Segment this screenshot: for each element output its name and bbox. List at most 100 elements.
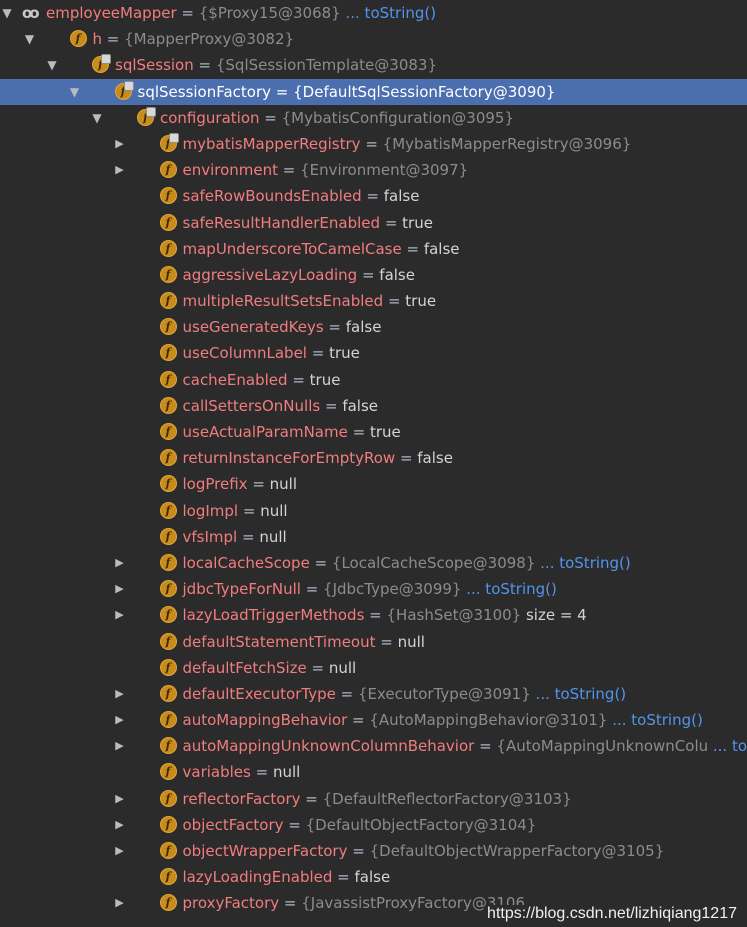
variable-name: defaultStatementTimeout — [182, 632, 376, 651]
field-icon: f — [159, 475, 177, 493]
tree-row[interactable]: ▶ f reflectorFactory = {DefaultReflectorFa… — [0, 786, 747, 812]
field-icon: f — [159, 632, 177, 650]
variable-name: mybatisMapperRegistry — [182, 134, 361, 153]
tree-row[interactable]: ▶ f localCacheScope = {LocalCacheScope@309… — [0, 550, 747, 576]
tree-row[interactable]: ▼ f sqlSession = {SqlSessionTemplate@3083} — [0, 52, 747, 78]
expand-arrow-icon[interactable]: ▶ — [113, 681, 127, 707]
lock-badge-icon — [123, 80, 134, 91]
equals-sign: = — [238, 501, 261, 520]
variable-name: lazyLoadingEnabled — [182, 868, 333, 887]
tree-row[interactable]: f returnInstanceForEmptyRow = false — [0, 445, 747, 471]
lock-badge-icon — [146, 106, 156, 117]
tostring-link[interactable]: ... toString() — [535, 554, 631, 572]
tree-row[interactable]: ▼ f sqlSessionFactory = {DefaultSqlSession… — [0, 78, 747, 105]
expand-arrow-icon[interactable]: ▶ — [113, 602, 127, 628]
expand-arrow-icon[interactable]: ▶ — [113, 550, 127, 576]
tree-row[interactable]: ▶ f autoMappingUnknownColumnBehavior = {Au… — [0, 733, 747, 759]
equals-sign: = — [361, 187, 384, 206]
field-icon: f — [159, 737, 177, 755]
tree-row[interactable]: f callSettersOnNulls = false — [0, 393, 747, 419]
field-icon: f — [159, 344, 177, 362]
variable-type: {AutoMappingUnknownColu — [496, 737, 709, 756]
variable-name: callSettersOnNulls — [182, 396, 321, 415]
tree-row[interactable]: f useGeneratedKeys = false — [0, 314, 747, 340]
tree-row[interactable]: f defaultStatementTimeout = null — [0, 629, 747, 655]
tostring-link[interactable]: ... toString() — [341, 4, 436, 22]
field-icon: f — [159, 842, 177, 859]
tree-row[interactable]: ▼ f h = {MapperProxy@3082} — [0, 26, 747, 52]
expand-arrow-icon[interactable]: ▶ — [113, 786, 127, 812]
variable-value: false — [345, 318, 382, 337]
expand-arrow-icon[interactable]: ▶ — [113, 576, 127, 602]
variable-value: false — [383, 187, 420, 206]
field-icon: f — [159, 711, 177, 729]
variable-type: {MybatisConfiguration@3095} — [281, 108, 514, 127]
variable-name: autoMappingUnknownColumnBehavior — [182, 737, 475, 756]
variable-type: {Environment@3097} — [300, 161, 469, 180]
watermark: https://blog.csdn.net/lizhiqiang1217 — [485, 905, 737, 923]
tree-row[interactable]: f lazyLoadingEnabled = false — [0, 864, 747, 890]
tree-row[interactable]: f useColumnLabel = true — [0, 340, 747, 366]
field-icon: f — [159, 318, 177, 336]
tostring-link[interactable]: ... toString() — [607, 711, 703, 729]
tree-row[interactable]: f safeResultHandlerEnabled = true — [0, 210, 747, 236]
collapse-arrow-icon[interactable]: ▼ — [68, 79, 82, 105]
tree-row[interactable]: ▼ oo employeeMapper = {$Proxy15@3068} ... … — [0, 0, 747, 26]
variable-name: proxyFactory — [182, 894, 280, 913]
variable-name: safeRowBoundsEnabled — [182, 187, 362, 206]
tree-row[interactable]: f cacheEnabled = true — [0, 367, 747, 393]
collapse-arrow-icon[interactable]: ▼ — [23, 26, 37, 52]
tree-row[interactable]: f logPrefix = null — [0, 471, 747, 497]
tree-row[interactable]: f safeRowBoundsEnabled = false — [0, 183, 747, 209]
collapse-arrow-icon[interactable]: ▼ — [90, 105, 104, 131]
tree-row[interactable]: f variables = null — [0, 759, 747, 785]
variable-value: false — [354, 868, 391, 887]
equals-sign: = — [237, 527, 260, 546]
tree-row[interactable]: f multipleResultSetsEnabled = true — [0, 288, 747, 314]
tree-row[interactable]: f useActualParamName = true — [0, 419, 747, 445]
tree-row[interactable]: f mapUnderscoreToCamelCase = false — [0, 236, 747, 262]
expand-arrow-icon[interactable]: ▶ — [113, 812, 127, 838]
field-icon: f — [159, 684, 177, 702]
tree-row[interactable]: ▶ f jdbcTypeForNull = {JdbcType@3099} ... … — [0, 576, 747, 602]
tree-row[interactable]: ▶ f objectWrapperFactory = {DefaultObjectW… — [0, 838, 747, 864]
tree-row[interactable]: ▶ f defaultExecutorType = {ExecutorType@30… — [0, 681, 747, 707]
field-icon: f — [159, 868, 177, 886]
tree-row[interactable]: f vfsImpl = null — [0, 524, 747, 550]
expand-arrow-icon[interactable]: ▶ — [113, 733, 127, 759]
tree-row[interactable]: ▶ f environment = {Environment@3097} — [0, 157, 747, 183]
field-icon: f — [159, 292, 177, 310]
tree-row[interactable]: ▶ f objectFactory = {DefaultObjectFactory@… — [0, 812, 747, 838]
expand-arrow-icon[interactable]: ▶ — [113, 838, 127, 864]
tostring-link[interactable]: ... toString() — [708, 737, 747, 755]
tostring-link[interactable]: ... toString() — [531, 685, 627, 703]
expand-arrow-icon[interactable]: ▶ — [113, 707, 127, 733]
variable-name: sqlSessionFactory — [137, 82, 272, 101]
tree-row[interactable]: ▼ f configuration = {MybatisConfiguration@… — [0, 105, 747, 131]
variable-type: {SqlSessionTemplate@3083} — [215, 56, 438, 75]
collapse-arrow-icon[interactable]: ▼ — [45, 52, 59, 78]
expand-arrow-icon[interactable]: ▶ — [113, 131, 127, 157]
variable-value: false — [423, 239, 460, 258]
tree-row[interactable]: f aggressiveLazyLoading = false — [0, 262, 747, 288]
variable-value: null — [259, 527, 287, 546]
expand-arrow-icon[interactable]: ▶ — [113, 157, 127, 183]
collection-size: size = 4 — [521, 606, 587, 625]
equals-sign: = — [357, 265, 380, 284]
tree-row[interactable]: ▶ f mybatisMapperRegistry = {MybatisMapper… — [0, 131, 747, 157]
tree-row[interactable]: f logImpl = null — [0, 498, 747, 524]
variable-name: returnInstanceForEmptyRow — [182, 449, 396, 468]
tostring-link[interactable]: ... toString() — [461, 580, 557, 598]
tree-row[interactable]: f defaultFetchSize = null — [0, 655, 747, 681]
equals-sign: = — [383, 292, 406, 311]
field-icon: f — [159, 187, 177, 205]
tree-row[interactable]: ▶ f lazyLoadTriggerMethods = {HashSet@3100… — [0, 602, 747, 628]
field-icon: f — [159, 553, 177, 571]
expand-arrow-icon[interactable]: ▶ — [113, 890, 127, 916]
tree-row[interactable]: ▶ f autoMappingBehavior = {AutoMappingBeha… — [0, 707, 747, 733]
field-icon: f — [159, 580, 177, 598]
collapse-arrow-icon[interactable]: ▼ — [0, 0, 14, 26]
variable-name: defaultFetchSize — [182, 658, 307, 677]
variable-value: true — [402, 213, 433, 232]
equals-sign: = — [287, 370, 310, 389]
